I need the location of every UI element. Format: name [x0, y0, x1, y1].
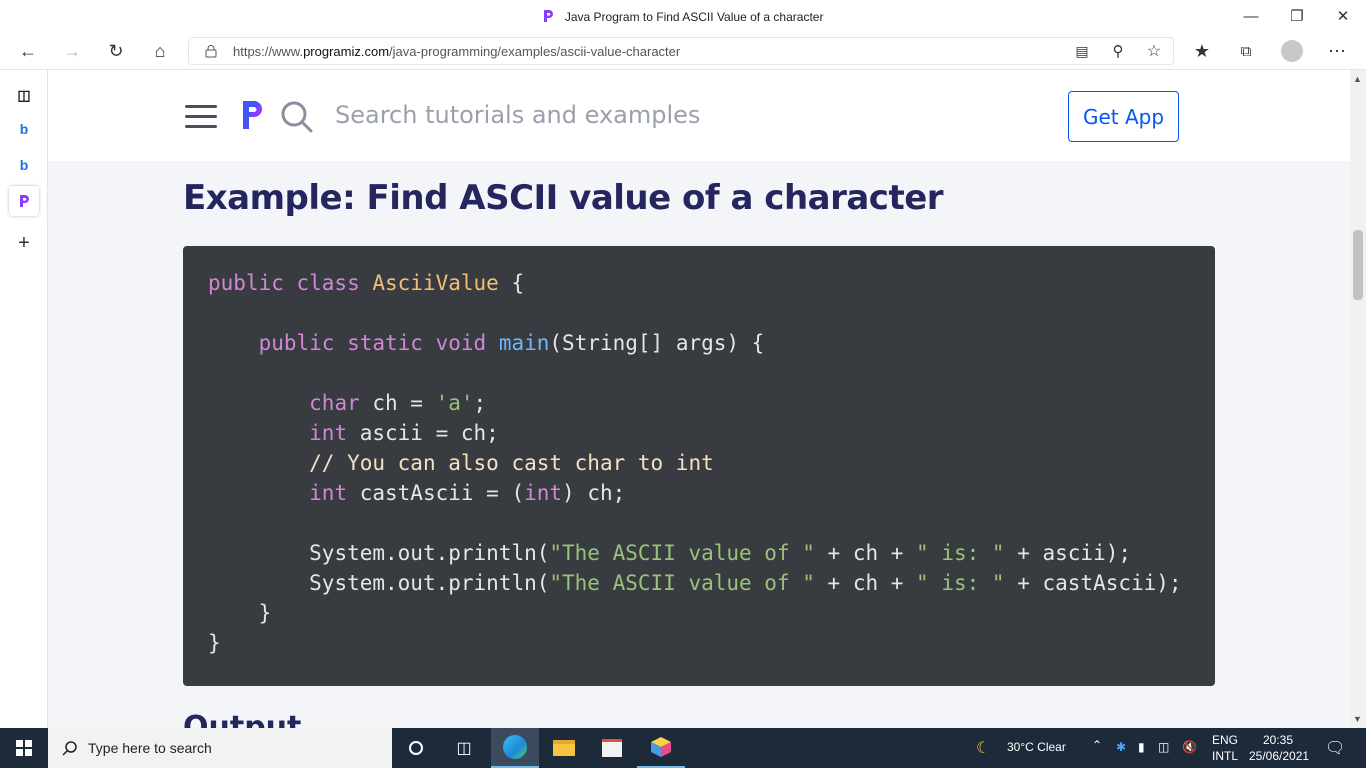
url-text: https://www.programiz.com/java-programmi… — [233, 44, 681, 59]
favorites-icon[interactable]: ★ — [1187, 36, 1217, 66]
lock-icon — [205, 45, 217, 58]
home-button[interactable]: ⌂ — [145, 36, 175, 66]
collections-icon[interactable]: ⧉ — [1231, 36, 1261, 66]
minimize-button[interactable]: — — [1228, 0, 1274, 32]
cortana-icon[interactable] — [392, 728, 440, 768]
clock[interactable]: 20:35 25/06/2021 — [1249, 732, 1309, 764]
code-block: public class AsciiValue { public static … — [183, 246, 1215, 686]
window-titlebar: Java Program to Find ASCII Value of a ch… — [0, 0, 1366, 32]
task-view-icon[interactable]: ◫ — [440, 728, 488, 768]
weather-moon-icon: ☾ — [976, 740, 991, 757]
store-icon[interactable] — [588, 728, 636, 768]
taskbar-search-icon — [62, 741, 77, 756]
code-text: public class AsciiValue { public static … — [208, 271, 1182, 655]
restore-button[interactable]: ❐ — [1274, 0, 1320, 32]
close-window-button[interactable]: ✕ — [1320, 0, 1366, 32]
bing-tab-icon[interactable]: b — [9, 114, 39, 144]
windows-taskbar: Type here to search ◫ ☾ 30°C Clear ⌃ ✱ ▮… — [0, 728, 1366, 768]
programiz-favicon-icon — [543, 10, 553, 22]
app-cube-icon[interactable] — [637, 728, 685, 768]
browser-toolbar: ← → ↻ ⌂ https://www.programiz.com/java-p… — [0, 32, 1366, 70]
window-title-text: Java Program to Find ASCII Value of a ch… — [564, 10, 824, 24]
taskbar-search-box[interactable]: Type here to search — [48, 728, 392, 768]
forward-button[interactable]: → — [57, 36, 87, 66]
page-scrollbar[interactable]: ▲ ▼ — [1350, 70, 1366, 728]
programiz-tab-icon[interactable] — [9, 186, 39, 216]
edge-taskbar-icon[interactable] — [491, 728, 539, 768]
taskbar-search-placeholder: Type here to search — [88, 740, 212, 756]
notifications-icon[interactable]: 🗨 — [1325, 738, 1345, 758]
tab-actions-icon[interactable]: ◫ — [9, 80, 39, 110]
battery-icon[interactable]: ▮ — [1138, 740, 1145, 754]
zoom-icon[interactable]: ⚲ — [1103, 36, 1133, 66]
web-page: Search tutorials and examples Get App Ex… — [48, 70, 1350, 728]
show-hidden-icons[interactable]: ⌃ — [1092, 738, 1102, 752]
bluetooth-icon[interactable]: ✱ — [1116, 740, 1126, 754]
window-title: Java Program to Find ASCII Value of a ch… — [0, 9, 1366, 24]
back-button[interactable]: ← — [13, 36, 43, 66]
new-tab-icon[interactable]: + — [9, 228, 39, 258]
file-explorer-icon[interactable] — [540, 728, 588, 768]
add-favorite-icon[interactable]: ☆ — [1139, 36, 1169, 66]
site-search-input[interactable]: Search tutorials and examples — [335, 101, 700, 129]
profile-avatar[interactable] — [1277, 36, 1307, 66]
reader-view-icon[interactable]: ▤ — [1067, 36, 1097, 66]
scrollbar-thumb[interactable] — [1353, 230, 1363, 300]
volume-muted-icon[interactable]: 🔇 — [1182, 740, 1197, 754]
programiz-logo-icon[interactable] — [241, 99, 265, 131]
network-icon[interactable]: ◫ — [1158, 740, 1169, 754]
output-heading: Output — [183, 710, 302, 728]
refresh-button[interactable]: ↻ — [101, 36, 131, 66]
browser-sidebar: ◫ b b + — [0, 70, 48, 728]
search-icon[interactable] — [280, 100, 314, 134]
bing-tab-icon-2[interactable]: b — [9, 150, 39, 180]
scroll-down-icon[interactable]: ▼ — [1353, 714, 1362, 724]
get-app-button[interactable]: Get App — [1068, 91, 1179, 142]
start-button[interactable] — [0, 728, 48, 768]
weather-text[interactable]: 30°C Clear — [1007, 740, 1066, 754]
more-menu-icon[interactable]: ⋯ — [1322, 36, 1352, 66]
page-heading: Example: Find ASCII value of a character — [183, 178, 944, 218]
address-bar[interactable]: https://www.programiz.com/java-programmi… — [188, 37, 1174, 65]
input-language[interactable]: ENG INTL — [1212, 732, 1238, 764]
scroll-up-icon[interactable]: ▲ — [1353, 74, 1362, 84]
site-header: Search tutorials and examples Get App — [48, 70, 1350, 161]
hamburger-menu-icon[interactable] — [185, 105, 217, 129]
